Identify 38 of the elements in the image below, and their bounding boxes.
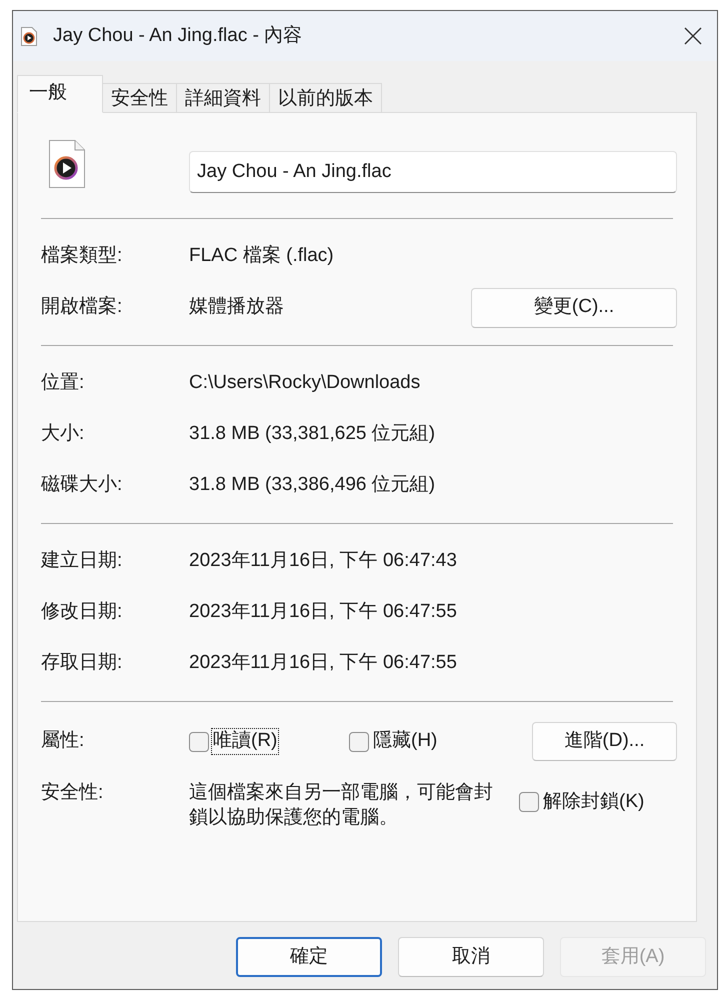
tab[interactable]: 一般 bbox=[17, 75, 103, 113]
window-title: Jay Chou - An Jing.flac - 內容 bbox=[53, 24, 302, 48]
checkbox-label[interactable]: 解除封鎖(K) bbox=[541, 789, 646, 816]
tab[interactable]: 詳細資料 bbox=[177, 83, 270, 113]
tab[interactable]: 安全性 bbox=[103, 83, 177, 113]
dialog-button[interactable]: 取消 bbox=[398, 937, 544, 977]
field-label: 開啟檔案: bbox=[41, 295, 124, 320]
field-value: 31.8 MB (33,386,496 位元組) bbox=[189, 473, 436, 498]
checkbox-label[interactable]: 隱藏(H) bbox=[371, 728, 440, 755]
field-value: FLAC 檔案 (.flac) bbox=[189, 244, 334, 268]
field-label: 屬性: bbox=[41, 729, 86, 754]
field-label: 修改日期: bbox=[41, 600, 124, 624]
advanced-button[interactable]: 進階(D)... bbox=[532, 722, 677, 761]
tab[interactable]: 以前的版本 bbox=[270, 83, 382, 113]
field-label: 磁碟大小: bbox=[41, 473, 124, 498]
field-label: 位置: bbox=[41, 371, 86, 396]
field-label: 大小: bbox=[41, 422, 86, 446]
dialog-button[interactable]: 確定 bbox=[236, 937, 382, 977]
field-value: 2023年11月16日, 下午 06:47:43 bbox=[189, 549, 457, 574]
field-label: 建立日期: bbox=[41, 549, 124, 574]
checkbox[interactable] bbox=[519, 792, 539, 812]
field-value: 31.8 MB (33,381,625 位元組) bbox=[189, 422, 436, 446]
field-label: 檔案類型: bbox=[41, 244, 124, 268]
field-value: 2023年11月16日, 下午 06:47:55 bbox=[189, 600, 457, 624]
change-button[interactable]: 變更(C)... bbox=[471, 288, 677, 328]
document-play-icon bbox=[49, 140, 85, 188]
checkbox[interactable] bbox=[189, 732, 209, 752]
checkbox-label[interactable]: 唯讀(R) bbox=[211, 728, 280, 755]
security-note: 這個檔案來自另一部電腦，可能會封鎖以協助保護您的電腦。 bbox=[189, 780, 494, 830]
document-play-icon bbox=[21, 26, 37, 46]
field-label: 存取日期: bbox=[41, 651, 124, 676]
checkbox[interactable] bbox=[349, 732, 369, 752]
file-name-field[interactable]: Jay Chou - An Jing.flac bbox=[189, 151, 677, 193]
field-value: C:\Users\Rocky\Downloads bbox=[189, 371, 420, 396]
field-value: 媒體播放器 bbox=[189, 295, 284, 320]
field-value: 2023年11月16日, 下午 06:47:55 bbox=[189, 651, 457, 676]
close-icon bbox=[684, 27, 702, 45]
field-label: 安全性: bbox=[41, 781, 104, 805]
